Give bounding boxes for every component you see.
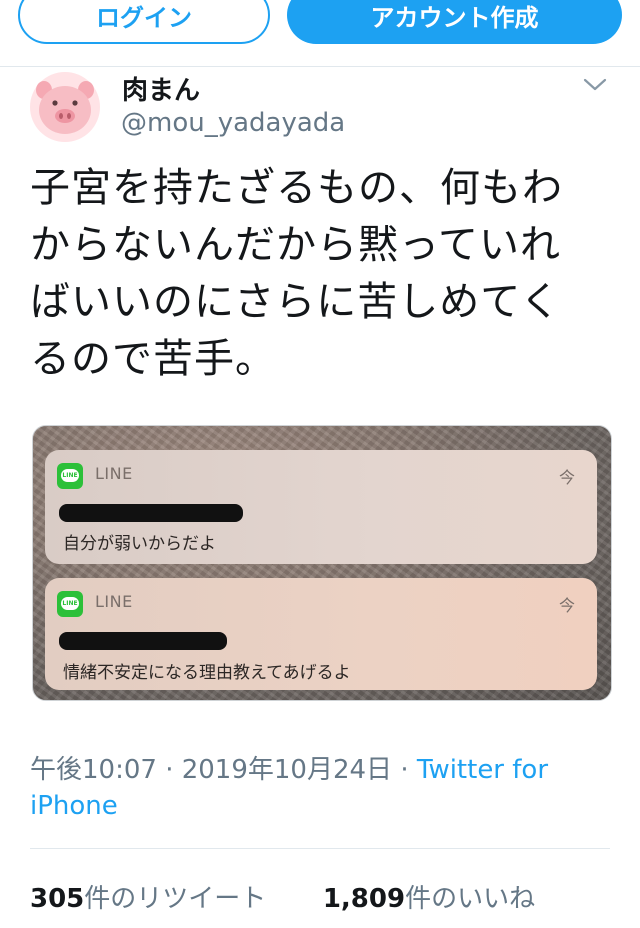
notification-time: 今 <box>558 468 575 487</box>
tweet-text-line: からないんだから黙っていれ <box>30 222 561 268</box>
line-notification: LINE LINE 今 情緒不安定になる理由教えてあげるよ <box>45 578 597 690</box>
notification-time: 今 <box>558 596 575 615</box>
notification-message: 情緒不安定になる理由教えてあげるよ <box>63 663 351 683</box>
notification-app-name: LINE <box>95 592 133 611</box>
stats-divider <box>30 848 610 849</box>
retweet-stat[interactable]: 305件のリツイート <box>30 884 266 914</box>
retweet-count: 305 <box>30 884 85 914</box>
tweet-photo[interactable]: LINE LINE 今 自分が弱いからだよ LINE LINE 今 情緒不安定に… <box>32 425 612 701</box>
tweet-text: 子宮を持たざるもの、何もわ からないんだから黙っていれ ばいいのにさらに苦しめて… <box>30 160 610 388</box>
line-app-icon: LINE <box>57 591 83 617</box>
redaction-bar <box>59 632 227 650</box>
chevron-down-icon[interactable] <box>580 72 610 96</box>
notification-app-name: LINE <box>95 464 133 483</box>
author-name[interactable]: 肉まん <box>122 70 200 107</box>
tweet-metadata: 午後10:07 · 2019年10月24日 · Twitter for iPho… <box>30 752 600 824</box>
login-button[interactable]: ログイン <box>18 0 270 44</box>
like-stat[interactable]: 1,809件のいいね <box>323 884 535 914</box>
pig-face-icon <box>30 72 100 142</box>
line-notification: LINE LINE 今 自分が弱いからだよ <box>45 450 597 564</box>
top-bar: ログイン アカウント作成 <box>0 0 640 64</box>
header-divider <box>0 66 640 67</box>
redaction-bar <box>59 504 243 522</box>
avatar[interactable] <box>30 72 100 142</box>
tweet-stats: 305件のリツイート 1,809件のいいね <box>30 878 535 915</box>
notification-message: 自分が弱いからだよ <box>63 534 216 554</box>
retweet-label: 件のリツイート <box>84 884 267 914</box>
tweet-timestamp[interactable]: 午後10:07 · 2019年10月24日 · <box>30 755 417 785</box>
tweet-text-line: るので苦手。 <box>30 336 276 382</box>
line-app-icon: LINE <box>57 463 83 489</box>
tweet-text-line: ばいいのにさらに苦しめてく <box>30 279 561 325</box>
author-handle[interactable]: @mou_yadayada <box>121 108 345 138</box>
signup-button[interactable]: アカウント作成 <box>287 0 622 44</box>
like-count: 1,809 <box>322 884 406 914</box>
like-label: 件のいいね <box>405 884 536 914</box>
tweet-text-line: 子宮を持たざるもの、何もわ <box>30 165 563 211</box>
